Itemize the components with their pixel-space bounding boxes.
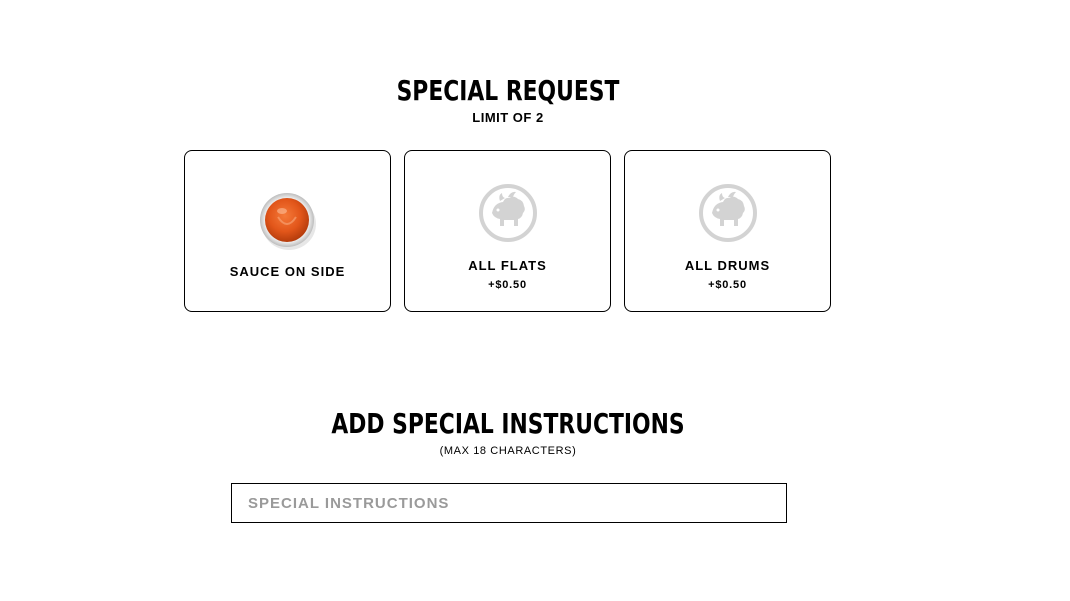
option-price: +$0.50	[488, 279, 527, 291]
buffalo-logo-icon	[698, 183, 758, 243]
special-instructions-title: ADD SPECIAL INSTRUCTIONS	[331, 407, 685, 440]
special-instructions-input[interactable]	[231, 483, 787, 523]
option-label: ALL DRUMS	[684, 258, 771, 273]
option-label: SAUCE ON SIDE	[229, 264, 346, 279]
special-instructions-max: (MAX 18 CHARACTERS)	[439, 445, 577, 457]
special-request-page: SPECIAL REQUEST LIMIT OF 2 SAUCE ON SIDE…	[0, 0, 1070, 601]
special-request-limit: LIMIT OF 2	[472, 110, 544, 125]
sauce-cup-icon	[258, 191, 318, 251]
option-price: +$0.50	[708, 279, 747, 291]
option-card-all-flats[interactable]: ALL FLATS +$0.50	[404, 150, 611, 312]
special-request-title: SPECIAL REQUEST	[396, 74, 620, 107]
option-card-sauce-on-side[interactable]: SAUCE ON SIDE	[184, 150, 391, 312]
option-label: ALL FLATS	[468, 258, 547, 273]
option-card-all-drums[interactable]: ALL DRUMS +$0.50	[624, 150, 831, 312]
buffalo-logo-icon	[478, 183, 538, 243]
